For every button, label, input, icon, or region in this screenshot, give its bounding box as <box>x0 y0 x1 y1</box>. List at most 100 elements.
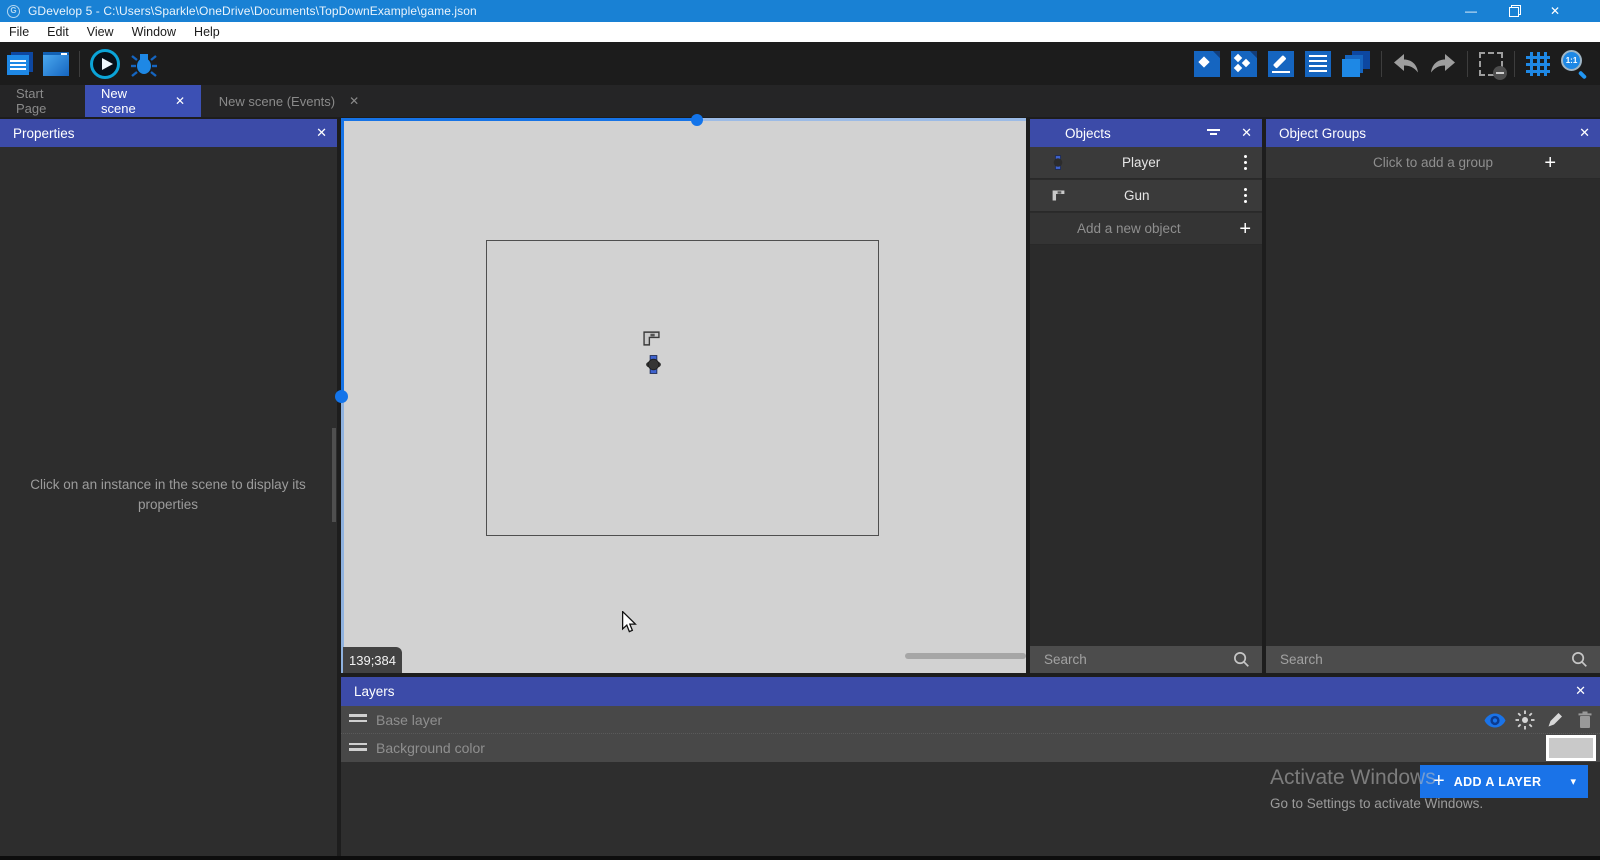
tab-new-scene[interactable]: New scene ✕ <box>85 85 201 117</box>
scene-editor-icon[interactable] <box>43 52 69 76</box>
layers-list: Base layer <box>341 706 1600 762</box>
objects-panel-header: Objects ✕ <box>1030 119 1262 147</box>
layers-panel-header: Layers ✕ <box>341 677 1600 706</box>
grid-icon[interactable] <box>1526 52 1550 76</box>
toggle-instances-list-icon[interactable] <box>1305 51 1331 77</box>
layer-visibility-eye-icon[interactable] <box>1480 713 1510 728</box>
main-toolbar: 1:1 <box>0 42 1600 85</box>
object-menu-icon[interactable] <box>1244 155 1247 170</box>
layer-row-background-color[interactable]: Background color <box>341 734 1600 762</box>
restore-button[interactable] <box>1492 0 1534 22</box>
toggle-object-groups-panel-icon[interactable] <box>1231 51 1257 77</box>
object-row-player[interactable]: Player <box>1030 147 1262 179</box>
layer-row-base[interactable]: Base layer <box>341 706 1600 734</box>
scene-window-border-top <box>341 118 697 121</box>
add-new-object-row[interactable]: Add a new object + <box>1030 213 1262 245</box>
add-group-row[interactable]: Click to add a group + <box>1266 147 1600 179</box>
edit-layer-pencil-icon[interactable] <box>1540 711 1570 729</box>
objects-panel-title: Objects <box>1065 126 1111 141</box>
objects-search-bar <box>1030 646 1262 673</box>
open-project-manager-icon[interactable] <box>7 52 33 76</box>
close-icon[interactable]: ✕ <box>1579 119 1590 147</box>
restore-icon <box>1509 7 1518 16</box>
layers-panel: Layers ✕ Base layer <box>341 677 1600 860</box>
window-title: GDevelop 5 - C:\Users\Sparkle\OneDrive\D… <box>28 4 477 18</box>
minimize-button[interactable]: — <box>1450 0 1492 22</box>
toolbar-separator <box>1381 51 1382 77</box>
scene-window-border-top <box>697 118 1026 121</box>
close-icon[interactable]: ✕ <box>1241 119 1252 147</box>
caret-down-icon[interactable]: ▾ <box>1570 775 1576 788</box>
properties-empty-message: Click on an instance in the scene to dis… <box>18 475 318 515</box>
window-bottom-edge <box>0 856 1600 860</box>
resize-handle-top[interactable] <box>691 114 703 126</box>
scene-canvas[interactable]: 139;384 <box>341 119 1026 673</box>
objects-panel: Objects ✕ Player Gun Add a new object + <box>1030 119 1262 673</box>
search-icon <box>1571 651 1588 668</box>
gdevelop-logo-icon: G <box>7 5 20 18</box>
add-object-plus-icon: + <box>1239 219 1251 239</box>
titlebar: G GDevelop 5 - C:\Users\Sparkle\OneDrive… <box>0 0 1600 22</box>
cursor-coordinates-badge: 139;384 <box>341 647 402 673</box>
tab-start-page[interactable]: Start Page <box>0 85 85 117</box>
close-window-button[interactable]: ✕ <box>1534 0 1576 22</box>
toolbar-separator <box>1467 51 1468 77</box>
layer-effects-icon[interactable] <box>1510 710 1540 730</box>
toolbar-separator <box>1514 51 1515 77</box>
objects-search-input[interactable] <box>1030 652 1233 667</box>
properties-panel-header: Properties ✕ <box>0 119 337 147</box>
player-instance[interactable] <box>645 355 662 374</box>
search-icon <box>1233 651 1250 668</box>
undo-icon[interactable] <box>1393 54 1419 74</box>
drag-handle-icon[interactable] <box>349 714 367 725</box>
scene-window-border-left <box>341 396 344 673</box>
menu-view[interactable]: View <box>78 22 123 42</box>
close-tab-icon[interactable]: ✕ <box>349 94 359 108</box>
menu-help[interactable]: Help <box>185 22 229 42</box>
add-a-layer-button[interactable]: + ADD A LAYER ▾ <box>1420 765 1588 798</box>
add-group-plus-icon: + <box>1544 153 1556 173</box>
object-groups-panel-header: Object Groups ✕ <box>1266 119 1600 147</box>
object-groups-panel-title: Object Groups <box>1279 126 1366 141</box>
groups-search-input[interactable] <box>1266 652 1571 667</box>
object-row-gun[interactable]: Gun <box>1030 180 1262 212</box>
scene-window-border-left <box>341 119 344 396</box>
properties-panel-title: Properties <box>13 126 75 141</box>
mouse-cursor <box>620 611 638 633</box>
menu-edit[interactable]: Edit <box>38 22 78 42</box>
zoom-ratio-label: 1:1 <box>1561 50 1582 71</box>
filter-icon[interactable] <box>1207 129 1220 138</box>
groups-search-bar <box>1266 646 1600 673</box>
clear-selection-icon[interactable] <box>1479 52 1503 76</box>
menu-window[interactable]: Window <box>123 22 185 42</box>
resize-handle-left[interactable] <box>335 390 348 403</box>
redo-icon[interactable] <box>1430 54 1456 74</box>
toolbar-separator <box>79 51 80 77</box>
debug-icon[interactable] <box>130 50 158 78</box>
toggle-properties-panel-icon[interactable] <box>1268 51 1294 77</box>
background-color-swatch[interactable] <box>1546 735 1596 761</box>
close-tab-icon[interactable]: ✕ <box>175 94 185 108</box>
properties-scrollbar[interactable] <box>332 428 336 522</box>
close-icon[interactable]: ✕ <box>1575 677 1586 705</box>
player-thumbnail-icon <box>1052 155 1064 170</box>
zoom-1-1-icon[interactable]: 1:1 <box>1561 50 1588 77</box>
menu-file[interactable]: File <box>0 22 38 42</box>
tab-new-scene-events[interactable]: New scene (Events) ✕ <box>201 85 377 117</box>
toggle-objects-panel-icon[interactable] <box>1194 51 1220 77</box>
gun-instance[interactable] <box>643 331 660 346</box>
editor-tabbar: Start Page New scene ✕ New scene (Events… <box>0 85 1600 117</box>
properties-panel: Properties ✕ Click on an instance in the… <box>0 119 337 860</box>
menubar: File Edit View Window Help <box>0 22 1600 42</box>
object-menu-icon[interactable] <box>1244 188 1247 203</box>
close-icon[interactable]: ✕ <box>316 119 327 147</box>
delete-layer-trash-icon[interactable] <box>1570 711 1600 729</box>
play-preview-button[interactable] <box>90 49 120 79</box>
gun-thumbnail-icon <box>1051 189 1066 202</box>
gdevelop-window: G GDevelop 5 - C:\Users\Sparkle\OneDrive… <box>0 0 1600 860</box>
canvas-horizontal-scrollbar[interactable] <box>905 653 1026 659</box>
drag-handle-icon[interactable] <box>349 743 367 754</box>
game-window-frame <box>486 240 879 536</box>
layers-panel-title: Layers <box>354 684 395 699</box>
toggle-layers-panel-icon[interactable] <box>1342 51 1370 77</box>
